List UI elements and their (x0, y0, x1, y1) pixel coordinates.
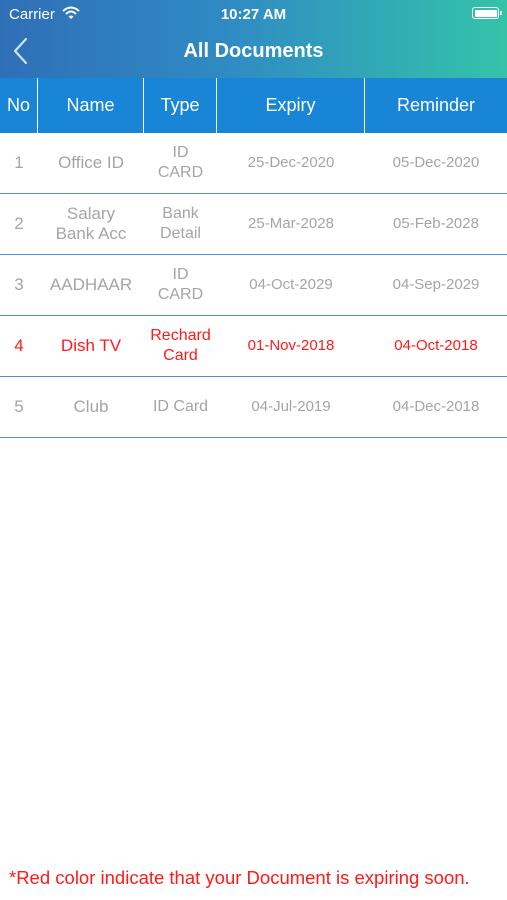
cell-no: 4 (14, 336, 24, 355)
cell-name: Salary Bank Acc (55, 204, 127, 243)
cell-expiry: 01-Nov-2018 (247, 337, 335, 354)
cell-expiry: 25-Mar-2028 (248, 215, 334, 232)
cell-reminder: 04-Sep-2029 (392, 276, 480, 293)
battery-icon (472, 7, 502, 19)
status-bar: Carrier 10:27 AM (0, 0, 507, 28)
cell-name: Club (73, 397, 109, 416)
table-row[interactable]: 5 Club ID Card 04-Jul-2019 04-Dec-2018 (0, 377, 507, 438)
cell-reminder: 05-Feb-2028 (393, 215, 479, 232)
cell-reminder: 04-Dec-2018 (392, 398, 480, 415)
documents-table: No Name Type Expiry Reminder 1 Office ID I… (0, 78, 507, 438)
table-row[interactable]: 1 Office ID ID CARD 25-Dec-2020 05-Dec-2020 (0, 133, 507, 194)
cell-no: 3 (14, 275, 24, 294)
cell-type: Bank Detail (160, 205, 201, 242)
cell-name: AADHAAR (49, 275, 133, 294)
cell-reminder: 05-Dec-2020 (392, 154, 480, 171)
cell-reminder: 04-Oct-2018 (394, 337, 478, 354)
cell-no: 1 (14, 153, 24, 172)
table-row[interactable]: 4 Dish TV Rechard Card 01-Nov-2018 04-Oct-20… (0, 316, 507, 377)
cell-no: 2 (14, 214, 24, 233)
expiry-note: *Red color indicate that your Document i… (9, 867, 470, 888)
cell-no: 5 (14, 397, 24, 416)
cell-expiry: 04-Oct-2029 (249, 276, 333, 293)
cell-type: Rechard Card (150, 327, 211, 364)
column-header-name: Name (38, 78, 144, 133)
table-header: No Name Type Expiry Reminder (0, 78, 507, 133)
column-header-reminder: Reminder (396, 95, 476, 115)
cell-expiry: 04-Jul-2019 (251, 398, 331, 415)
navigation-header: Carrier 10:27 AM All Documents (0, 0, 507, 78)
cell-name: Office ID (58, 153, 124, 172)
page-title: All Documents (183, 40, 324, 62)
table-row[interactable]: 3 AADHAAR ID CARD 04-Oct-2029 04-Sep-2029 (0, 255, 507, 316)
column-header-no: No (0, 78, 38, 133)
column-header-type: Type (144, 78, 217, 133)
cell-type: ID CARD (157, 266, 204, 303)
column-header-expiry: Expiry (217, 78, 365, 133)
cell-expiry: 25-Dec-2020 (247, 154, 335, 171)
table-row[interactable]: 2 Salary Bank Acc Bank Detail 25-Mar-2028 05… (0, 194, 507, 255)
cell-type: ID Card (152, 398, 209, 415)
cell-name: Dish TV (60, 336, 122, 355)
clock: 10:27 AM (220, 6, 287, 23)
cell-type: ID CARD (157, 144, 204, 181)
